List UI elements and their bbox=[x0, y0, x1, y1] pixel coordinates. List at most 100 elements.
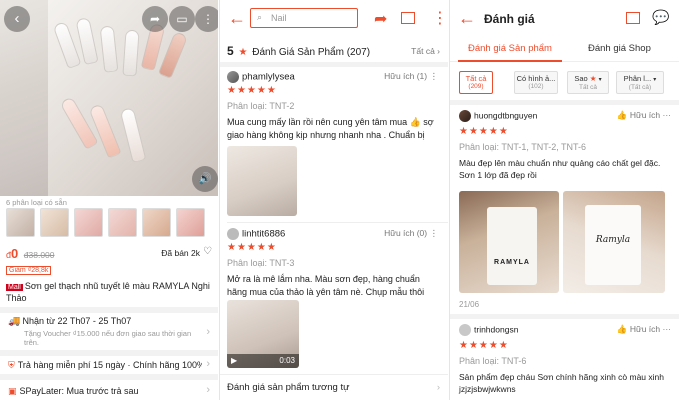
review-variant: Phân loại: TNT-3 bbox=[227, 258, 295, 268]
divider bbox=[220, 62, 448, 67]
video-icon: ▶ bbox=[231, 356, 238, 365]
bottle-label: RAMYLA bbox=[487, 207, 537, 285]
variant-count: 6 phân loại có sẵn bbox=[6, 198, 67, 207]
review-variant: Phân loại: TNT-1, TNT-2, TNT-6 bbox=[459, 142, 587, 152]
page-title: Đánh giá bbox=[484, 12, 535, 26]
video-duration: 0:03 bbox=[279, 356, 295, 365]
similar-reviews-text: Đánh giá sản phẩm tương tự bbox=[227, 382, 350, 393]
shipping-subtext: Tặng Voucher ₫15.000 nếu đơn giao sau th… bbox=[24, 329, 192, 347]
thumbs-up-icon: 👍 bbox=[616, 110, 628, 120]
thumbs-up-icon: 👍 bbox=[616, 324, 628, 334]
spaylater-icon: ▣ bbox=[8, 386, 17, 396]
star-icon: ★ bbox=[238, 47, 248, 58]
variant-thumb[interactable] bbox=[142, 208, 171, 237]
helpful-button[interactable]: Hữu ích (1) ⋮ bbox=[384, 71, 438, 82]
star-rating: ★★★★★ bbox=[459, 126, 509, 137]
reviews-heading: Đánh Giá Sản Phẩm (207) bbox=[252, 47, 371, 58]
share-icon[interactable]: ➦ bbox=[142, 6, 168, 32]
avatar bbox=[459, 324, 471, 336]
share-icon[interactable]: ➦ bbox=[374, 9, 387, 29]
see-all-link[interactable]: Tất cả › bbox=[411, 46, 440, 56]
product-image[interactable]: ‹ ➦ ▭ ⋮ 🔊 bbox=[0, 0, 218, 196]
cart-icon[interactable] bbox=[626, 12, 640, 24]
divider bbox=[0, 350, 218, 356]
search-input[interactable]: Nail bbox=[271, 13, 287, 23]
divider bbox=[0, 374, 218, 380]
product-title-text: Sơn gel thạch nhũ tuyết lê màu RAMYLA Ng… bbox=[6, 281, 210, 303]
review-variant: Phân loại: TNT-2 bbox=[227, 101, 295, 111]
tab-product-reviews[interactable]: Đánh giá Sản phẩm bbox=[468, 43, 552, 54]
product-screen: ‹ ➦ ▭ ⋮ 🔊 6 phân loại có sẵn đ0 đ38.000 … bbox=[0, 0, 218, 400]
chevron-right-icon: › bbox=[206, 384, 210, 396]
star-rating: ★★★★★ bbox=[227, 85, 277, 96]
truck-icon: 🚚 bbox=[8, 316, 21, 327]
filter-chip-stars[interactable]: Sao ★ ▾ Tất cả bbox=[567, 71, 609, 94]
tab-shop-reviews[interactable]: Đánh giá Shop bbox=[588, 43, 651, 54]
video-bar: ▶ 0:03 bbox=[227, 354, 299, 368]
review-text: Mở ra là mê lắm nha. Màu sơn đẹp, hàng c… bbox=[227, 274, 425, 297]
helpful-button[interactable]: Hữu ích (0) ⋮ bbox=[384, 228, 438, 239]
variant-thumb[interactable] bbox=[108, 208, 137, 237]
helpful-button[interactable]: 👍 Hữu ích ··· bbox=[617, 110, 671, 121]
reviews-header: 5 ★ Đánh Giá Sản Phẩm (207) Tất cả › bbox=[227, 44, 440, 58]
heart-icon[interactable]: ♡ bbox=[203, 246, 212, 257]
star-rating: ★★★★★ bbox=[459, 340, 509, 351]
search-box[interactable]: ⌕ Nail bbox=[250, 8, 358, 28]
filter-chip-all[interactable]: Tất cả (209) bbox=[459, 71, 493, 94]
avatar bbox=[459, 110, 471, 122]
rating-score: 5 bbox=[227, 44, 234, 58]
review-username: linhtit6886 bbox=[242, 228, 286, 240]
review-photo[interactable] bbox=[227, 146, 297, 216]
variant-thumb[interactable] bbox=[176, 208, 205, 237]
returns-row[interactable]: ⛨ Trả hàng miễn phí 15 ngày · Chính hãng … bbox=[8, 360, 202, 371]
review-photo[interactable]: RAMYLA bbox=[459, 191, 559, 293]
spaylater-text: SPayLater: Mua trước trả sau bbox=[19, 386, 139, 396]
filter-chip-variant[interactable]: Phân l... ▾ (Tất cả) bbox=[616, 71, 664, 94]
review-text: Sản phẩm đẹp cháu Sơn chính hãng xinh cò… bbox=[459, 372, 664, 394]
sound-icon[interactable]: 🔊 bbox=[192, 166, 218, 192]
helpful-button[interactable]: 👍 Hữu ích ··· bbox=[617, 324, 671, 335]
top-bar: ← ⌕ Nail ➦ ⋮ bbox=[220, 0, 448, 36]
more-icon[interactable]: ⋮ bbox=[432, 8, 448, 28]
review-text: Màu đẹp lên màu chuẩn như quảng cáo chất… bbox=[459, 158, 661, 180]
back-icon[interactable]: ← bbox=[458, 8, 476, 29]
search-icon: ⌕ bbox=[257, 12, 263, 22]
back-icon[interactable]: ← bbox=[228, 8, 246, 29]
product-title: Mall Sơn gel thạch nhũ tuyết lê màu RAMYL… bbox=[6, 281, 212, 304]
discount-badge: Giảm ₫28,8k bbox=[6, 266, 52, 275]
spaylater-row[interactable]: ▣ SPayLater: Mua trước trả sau bbox=[8, 386, 202, 397]
review-variant: Phân loại: TNT-6 bbox=[459, 356, 527, 366]
avatar bbox=[227, 228, 239, 240]
price-row: đ0 đ38.000 Đã bán 2k ♡ bbox=[6, 246, 212, 261]
review-date: 21/06 bbox=[459, 300, 480, 309]
original-price: đ38.000 bbox=[23, 250, 55, 260]
active-tab-indicator bbox=[458, 60, 562, 62]
avatar bbox=[227, 71, 239, 83]
chevron-right-icon: › bbox=[206, 326, 210, 338]
review-text: Mua cung mấy lần rồi nên cung yên tâm mu… bbox=[227, 117, 434, 140]
discount-row: Giảm ₫28,8k bbox=[6, 264, 212, 275]
cart-icon[interactable] bbox=[401, 12, 415, 24]
shipping-row[interactable]: 🚚 Nhận từ 22 Th07 - 25 Th07 Tặng Voucher … bbox=[8, 316, 202, 347]
divider bbox=[450, 314, 679, 319]
cart-icon[interactable]: ▭ bbox=[169, 6, 195, 32]
filter-chip-with-photo[interactable]: Có hình ả... (102) bbox=[514, 71, 558, 94]
chat-icon[interactable]: 💬 bbox=[652, 9, 669, 26]
similar-reviews-link[interactable]: Đánh giá sản phẩm tương tự › bbox=[227, 382, 440, 393]
review-video[interactable]: ▶ 0:03 bbox=[227, 300, 299, 368]
review-photo[interactable]: Ramyla bbox=[563, 191, 665, 293]
review-username: huongdtbnguyen bbox=[474, 110, 538, 121]
variant-thumb[interactable] bbox=[40, 208, 69, 237]
review-detail-screen: ← Đánh giá 💬 Đánh giá Sản phẩm Đánh giá … bbox=[449, 0, 679, 400]
review-username: trinhdongsn bbox=[474, 324, 519, 335]
divider bbox=[227, 222, 448, 223]
divider bbox=[220, 374, 448, 375]
chevron-right-icon: › bbox=[436, 382, 440, 393]
returns-text: Trả hàng miễn phí 15 ngày · Chính hãng 1… bbox=[17, 360, 202, 370]
variant-thumb[interactable] bbox=[6, 208, 35, 237]
variant-thumb[interactable] bbox=[74, 208, 103, 237]
chevron-right-icon: › bbox=[206, 358, 210, 370]
back-icon[interactable]: ‹ bbox=[4, 6, 30, 32]
more-icon[interactable]: ⋮ bbox=[195, 6, 218, 32]
review-item: phamlylysea ★★★★★ Phân loại: TNT-2 Mua c… bbox=[227, 71, 440, 216]
